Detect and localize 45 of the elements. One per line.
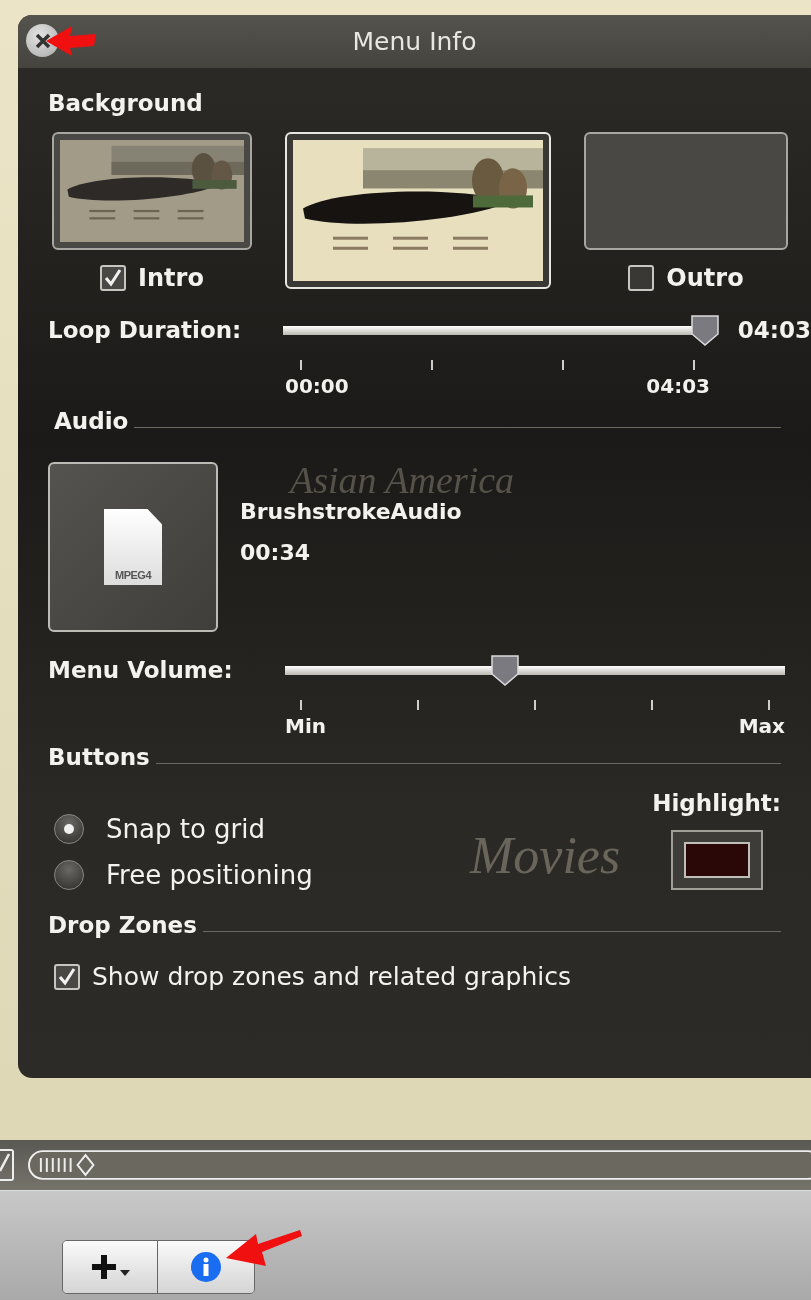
checkbox[interactable] bbox=[628, 265, 655, 291]
checkbox[interactable] bbox=[100, 265, 127, 291]
slider-thumb[interactable] bbox=[490, 654, 520, 686]
info-icon bbox=[190, 1251, 222, 1283]
slider-value: 04:03 bbox=[737, 317, 811, 343]
slider-track-drawing[interactable] bbox=[27, 1149, 811, 1181]
checkbox-label: Intro bbox=[138, 264, 204, 292]
radio-button[interactable] bbox=[54, 860, 84, 890]
checkbox[interactable] bbox=[54, 963, 80, 990]
radio-button[interactable] bbox=[54, 814, 84, 844]
info-button[interactable] bbox=[158, 1241, 254, 1293]
add-button[interactable] bbox=[63, 1241, 158, 1293]
radio-label: Snap to grid bbox=[106, 814, 265, 844]
tick-label: 00:00 bbox=[285, 374, 349, 398]
slider-label: Loop Duration: bbox=[48, 317, 243, 343]
annotation-arrow bbox=[46, 24, 96, 58]
file-type-label: MPEG4 bbox=[115, 569, 151, 581]
caret-icon bbox=[120, 1270, 130, 1278]
section-heading: Drop Zones bbox=[48, 912, 197, 938]
slider-label: Menu Volume: bbox=[48, 657, 234, 683]
thumbnail-button[interactable] bbox=[52, 132, 252, 250]
tick-label: 04:03 bbox=[646, 374, 710, 398]
tick-label: Min bbox=[285, 714, 326, 738]
close-button[interactable] bbox=[26, 24, 59, 57]
checkmark-icon bbox=[103, 268, 124, 288]
radio-label: Free positioning bbox=[106, 860, 313, 890]
section-heading: Background bbox=[48, 90, 204, 116]
plus-icon bbox=[90, 1253, 118, 1281]
backdrop-text: Asian America bbox=[290, 461, 515, 499]
audio-tile[interactable]: MPEG4 bbox=[48, 462, 218, 632]
highlight-label: Highlight: bbox=[652, 790, 781, 816]
backdrop-text: Movies bbox=[470, 830, 621, 882]
window-title: Menu Info bbox=[352, 27, 477, 56]
audio-name: BrushstrokeAudio bbox=[240, 499, 462, 524]
audio-duration: 00:34 bbox=[240, 540, 312, 565]
section-heading: Buttons bbox=[48, 744, 150, 770]
tick-label: Max bbox=[738, 714, 785, 738]
color-well[interactable] bbox=[670, 830, 763, 890]
thumbnail-button[interactable] bbox=[584, 132, 788, 250]
section-heading: Audio bbox=[54, 408, 129, 434]
checkbox-label: Show drop zones and related graphics bbox=[92, 962, 571, 991]
slider-thumb[interactable] bbox=[689, 314, 720, 346]
checkbox-label: Outro bbox=[666, 264, 744, 292]
close-icon bbox=[33, 31, 52, 50]
checkmark-icon bbox=[57, 966, 77, 987]
